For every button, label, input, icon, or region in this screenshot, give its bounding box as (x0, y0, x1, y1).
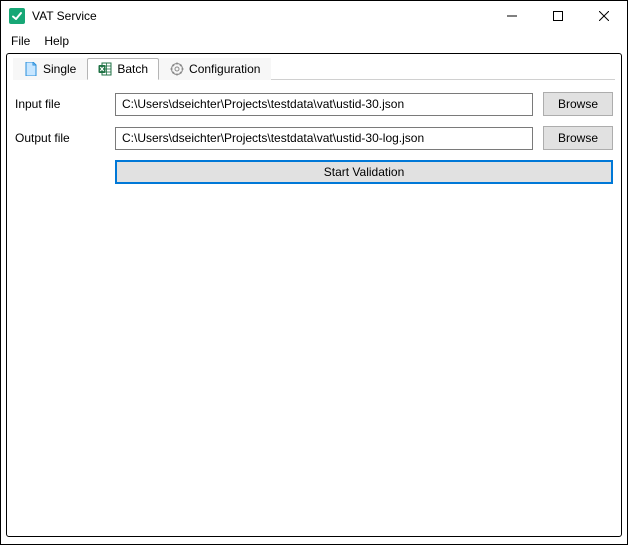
output-file-label: Output file (15, 131, 115, 145)
row-input-file: Input file Browse (15, 92, 613, 116)
tab-configuration-label: Configuration (189, 62, 260, 76)
menubar: File Help (1, 31, 627, 53)
file-icon (24, 62, 38, 76)
tab-single-label: Single (43, 62, 76, 76)
start-row-spacer (15, 160, 115, 184)
tab-configuration[interactable]: Configuration (159, 58, 271, 80)
batch-form: Input file Browse Output file Browse Sta… (13, 80, 615, 192)
menu-file[interactable]: File (11, 34, 30, 48)
gear-icon (170, 62, 184, 76)
tab-single[interactable]: Single (13, 58, 87, 80)
input-file-browse-button[interactable]: Browse (543, 92, 613, 116)
client-area: Single Batch (6, 53, 622, 537)
maximize-button[interactable] (535, 1, 581, 31)
tabstrip: Single Batch (13, 58, 615, 80)
window-controls (489, 1, 627, 31)
start-validation-button[interactable]: Start Validation (115, 160, 613, 184)
row-start: Start Validation (15, 160, 613, 184)
window-title: VAT Service (32, 9, 489, 23)
menu-help[interactable]: Help (44, 34, 69, 48)
row-output-file: Output file Browse (15, 126, 613, 150)
minimize-button[interactable] (489, 1, 535, 31)
tab-batch[interactable]: Batch (87, 58, 159, 80)
tab-batch-label: Batch (117, 62, 148, 76)
close-button[interactable] (581, 1, 627, 31)
app-icon (9, 8, 25, 24)
output-file-field[interactable] (115, 127, 533, 150)
excel-icon (98, 62, 112, 76)
input-file-field[interactable] (115, 93, 533, 116)
output-file-browse-button[interactable]: Browse (543, 126, 613, 150)
titlebar: VAT Service (1, 1, 627, 31)
input-file-label: Input file (15, 97, 115, 111)
